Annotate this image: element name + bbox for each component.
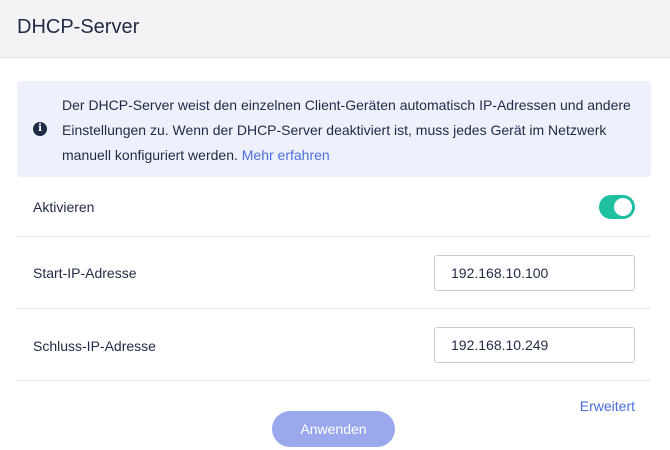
end-ip-label: Schluss-IP-Adresse xyxy=(33,338,156,354)
page-title: DHCP-Server xyxy=(17,16,140,38)
info-description: Der DHCP-Server weist den einzelnen Clie… xyxy=(62,97,631,163)
learn-more-link[interactable]: Mehr erfahren xyxy=(242,147,330,163)
end-ip-row: Schluss-IP-Adresse xyxy=(17,309,651,381)
advanced-link[interactable]: Erweitert xyxy=(580,398,635,414)
enable-row: Aktivieren xyxy=(17,177,651,237)
start-ip-input[interactable] xyxy=(434,255,635,291)
enable-toggle[interactable] xyxy=(599,195,635,219)
info-banner: i Der DHCP-Server weist den einzelnen Cl… xyxy=(17,81,651,177)
info-text: Der DHCP-Server weist den einzelnen Clie… xyxy=(62,93,637,168)
info-icon: i xyxy=(33,122,47,136)
start-ip-label: Start-IP-Adresse xyxy=(33,265,137,281)
page-header: DHCP-Server xyxy=(0,0,670,58)
apply-button[interactable]: Anwenden xyxy=(272,411,395,447)
toggle-knob xyxy=(614,198,632,216)
enable-label: Aktivieren xyxy=(33,199,95,215)
end-ip-input[interactable] xyxy=(434,327,635,363)
start-ip-row: Start-IP-Adresse xyxy=(17,237,651,309)
